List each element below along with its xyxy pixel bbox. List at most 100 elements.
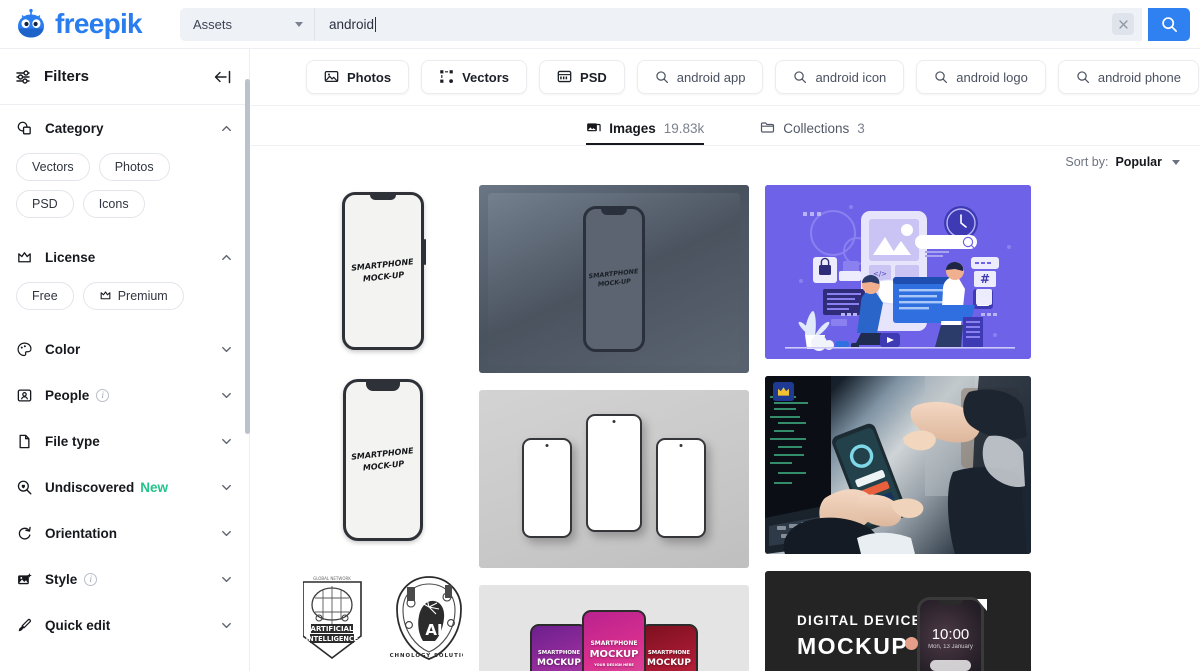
assets-type-dropdown[interactable]: Assets [180,7,314,41]
result-card-three-phones-grey[interactable] [479,390,749,568]
image-icon [324,69,339,85]
filter-section-license[interactable]: License [16,234,233,280]
category-chip-photos[interactable]: Photos [98,153,170,181]
category-chip-group: Vectors Photos PSD Icons [16,151,233,234]
filter-section-undiscovered[interactable]: Undiscovered New [16,464,233,510]
license-chip-premium[interactable]: Premium [82,282,184,310]
suggestion-chip-android-phone[interactable]: android phone [1057,60,1199,94]
filter-section-label: License [45,249,96,265]
suggestion-chip-android-logo[interactable]: android logo [916,60,1046,94]
filter-section-label: File type [45,433,100,449]
mockup-line-2: MOCK-UP [362,269,405,284]
chevron-up-icon [220,122,233,135]
chip-label: Photos [114,160,154,174]
license-chip-group: Free Premium [16,280,233,326]
phone-notch [366,382,400,391]
freepik-logo[interactable]: freepik [14,7,164,41]
corner-accent [977,599,987,611]
result-card-ai-emblem-badges[interactable]: ARTIFICIAL INTELLIGENCE GLOBAL NETWORK A… [303,563,463,671]
new-badge: New [140,479,169,495]
filter-section-label: Undiscovered [45,479,135,495]
filter-section-style[interactable]: Style i [16,556,233,602]
result-card-hands-phone-laptop-photo[interactable] [765,376,1031,554]
search-icon [1161,16,1177,32]
phone-render: SMARTPHONE MOCK-UP [343,379,423,541]
category-chip-vectors[interactable]: Vectors [16,153,90,181]
filter-chip-photos[interactable]: Photos [306,60,410,94]
category-chip-psd[interactable]: PSD [16,190,74,218]
mockup-text: SMARTPHONE MOCK-UP [588,267,640,291]
phone-render: 10:00 Mon, 13 January [917,597,984,671]
filter-section-quick-edit[interactable]: Quick edit [16,602,233,648]
svg-text:INTELLIGENCE: INTELLIGENCE [306,635,359,643]
filter-chip-vectors[interactable]: Vectors [421,60,528,94]
lockscreen-date: Mon, 13 January [928,644,973,650]
ai-badge-right: AI TECHNOLOGY SOLUTIONS [380,573,463,663]
phone-render: SMARTPHONE MOCK-UP [583,206,645,352]
sort-control[interactable]: Sort by: Popular [251,146,1200,178]
result-card-app-development-illustration[interactable]: </> # [765,185,1031,359]
chip-label: Vectors [32,160,74,174]
result-card-smartphone-mockup-dark[interactable]: SMARTPHONE MOCK-UP [479,185,749,373]
category-chip-icons[interactable]: Icons [82,190,145,218]
tab-collections[interactable]: Collections 3 [760,120,865,145]
chip-label: Premium [117,289,168,303]
file-icon [16,433,34,450]
result-card-smartphone-mockup-2[interactable]: SMARTPHONE MOCK-UP [303,374,463,546]
chevron-down-icon [220,435,233,448]
psd-icon [557,69,572,85]
result-card-digital-device-mockup[interactable]: DIGITAL DEVICE MOCKUP 10:00 Mon, 13 Janu… [765,571,1031,671]
lockscreen-pill [930,660,971,671]
mockup-subtitle: MOCKUP [647,658,691,668]
search-icon [793,70,807,85]
result-card-three-magenta-phones[interactable]: SMARTPHONE MOCKUP HIGH QUALITY MOCKUP 01… [479,585,749,671]
collapse-sidebar-button[interactable] [213,69,233,85]
images-icon [586,120,601,136]
chip-label: android phone [1097,69,1181,85]
assets-dropdown-label: Assets [193,16,233,32]
filter-section-category[interactable]: Category [16,105,233,151]
chip-label: Icons [98,197,129,211]
clear-search-button[interactable] [1112,13,1134,35]
app-header: freepik Assets android [0,0,1200,49]
search-icon [934,70,948,85]
folder-icon [760,120,775,136]
sliders-icon [15,68,33,86]
filter-chip-psd[interactable]: PSD [539,60,625,94]
crown-icon [778,387,789,396]
mockup-line-1: SMARTPHONE [350,257,415,273]
license-chip-free[interactable]: Free [16,282,74,310]
search-icon [1076,70,1090,85]
crown-icon [99,289,112,303]
suggestion-chip-android-icon[interactable]: android icon [775,60,905,94]
filter-section-file-type[interactable]: File type [16,418,233,464]
filter-section-orientation[interactable]: Orientation [16,510,233,556]
freepik-robot-logo-icon [14,7,48,41]
search-submit-button[interactable] [1148,7,1190,41]
scrollbar-thumb[interactable] [245,79,250,434]
search-input[interactable]: android [314,7,1142,41]
info-icon[interactable]: i [84,572,98,586]
filters-title: Filters [44,68,90,85]
mockup-subtitle: MOCKUP [589,649,639,660]
suggestion-chip-android-app[interactable]: android app [636,60,764,94]
global-search-bar: Assets android [180,7,1190,41]
phone-render [586,414,642,532]
search-results-panel: Photos Vectors PSD android app android i… [251,49,1200,671]
search-input-value: android [329,16,375,32]
chevron-down-icon [1172,159,1180,165]
tab-images[interactable]: Images 19.83k [586,120,705,145]
results-tabs: Images 19.83k Collections 3 [251,106,1200,146]
filter-section-people[interactable]: People i [16,372,233,418]
results-scrollbar[interactable] [245,49,251,671]
rotate-icon [16,525,34,542]
palette-icon [16,341,34,358]
results-grid: SMARTPHONE MOCK-UP SMARTPHONE MOCK-UP AR… [251,178,1200,671]
chip-label: android icon [815,69,887,85]
result-card-smartphone-mockup-1[interactable]: SMARTPHONE MOCK-UP [303,185,463,357]
filter-section-color[interactable]: Color [16,326,233,372]
shapes-icon [16,120,34,137]
info-icon[interactable]: i [96,388,110,402]
chip-label: Photos [347,69,392,85]
svg-text:ARTIFICIAL: ARTIFICIAL [311,625,354,633]
